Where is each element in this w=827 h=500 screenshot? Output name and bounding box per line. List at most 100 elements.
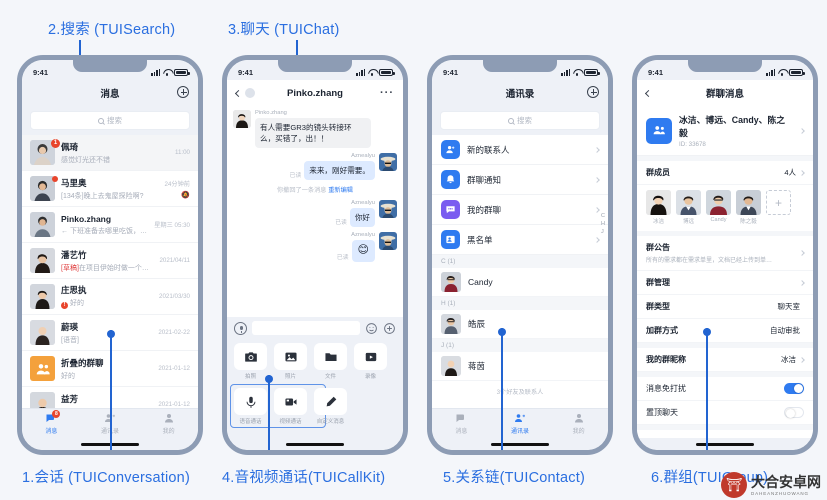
entry-label: 新的联系人 (467, 144, 510, 155)
navbar-contacts: 通讯录 (432, 80, 608, 106)
add-attachment-icon[interactable] (383, 322, 396, 335)
home-indicator (227, 438, 403, 450)
message-input[interactable] (252, 321, 360, 335)
attach-label: 拍照 (244, 374, 256, 380)
group-header[interactable]: 冰洁、博远、Candy、陈之毅 ID: 33678 (637, 106, 813, 156)
member-item[interactable]: 陈之毅 (736, 190, 761, 225)
attach-label: 自定义消息 (316, 419, 345, 425)
more-button[interactable]: ··· (380, 88, 394, 99)
tab-profile[interactable]: 我的 (549, 409, 608, 438)
member-item[interactable]: Candy (706, 190, 731, 225)
join-method-row[interactable]: 加群方式 自动审批 (637, 319, 813, 343)
attach-label: 照片 (284, 374, 296, 380)
pin-chat-row[interactable]: 置顶聊天 (637, 401, 813, 425)
member-item[interactable]: 博远 (676, 190, 701, 225)
entry-new-contact[interactable]: 新的联系人 (432, 135, 608, 165)
avatar-image (30, 212, 55, 237)
tab-messages[interactable]: 消息 (432, 409, 491, 438)
emoji-icon[interactable] (365, 322, 378, 335)
group-id: ID: 33678 (679, 141, 706, 148)
my-group-nickname-row[interactable]: 我的群昵称 冰洁 (637, 348, 813, 372)
list-item[interactable]: 潘艺竹 [草稿]在项目伊始时做一个用户研究的作... 2021/04/11 (22, 243, 198, 279)
status-time: 9:41 (443, 67, 459, 77)
row-label: 群管理 (646, 278, 670, 287)
list-item[interactable]: 马里奥 [134条]晚上去鬼屋探险啊? 24分钟前 🔕 (22, 171, 198, 207)
attach-camera[interactable]: 拍照 (234, 343, 267, 380)
avatar-image (676, 190, 701, 215)
wifi-icon (573, 69, 582, 76)
tab-messages[interactable]: 8 消息 (22, 409, 81, 438)
search-input[interactable]: 搜索 (30, 111, 190, 130)
attachment-panel[interactable]: 拍照 照片 文件 录像 语音通话 视频通话 自定义消息 (227, 339, 403, 438)
navbar-group-info: 群聊消息 (637, 80, 813, 106)
reedit-link[interactable]: 重新编辑 (328, 187, 353, 194)
list-item[interactable]: 佩琦 感觉灯光还不错 11:00 1 (22, 135, 198, 171)
blocklist-icon (441, 230, 460, 249)
chat-input-bar[interactable] (227, 317, 403, 339)
search-input[interactable]: 搜索 (440, 111, 600, 130)
battery-icon (789, 68, 805, 76)
avatar (441, 272, 461, 292)
member-avatars[interactable]: 冰洁 博远 Candy 陈之毅 + (637, 185, 813, 231)
tab-contacts[interactable]: 通讯录 (491, 409, 550, 438)
chevron-right-icon (594, 236, 600, 243)
clear-history-button[interactable]: 清除聊天记录 (637, 430, 813, 438)
screen-chat: 9:41 Pinko.zhang ··· Pinko.zhang 有人需要GR3… (227, 60, 403, 450)
back-button[interactable] (644, 88, 653, 99)
member-item[interactable]: 冰洁 (646, 190, 671, 225)
entry-blocklist[interactable]: 黑名单 (432, 225, 608, 255)
read-receipt: 已读 (335, 220, 347, 226)
preview-text: 在项目伊始时做一个用户研究的作... (78, 264, 154, 272)
avatar-image (736, 190, 761, 215)
entry-label: 黑名单 (467, 234, 493, 245)
back-button[interactable] (234, 88, 255, 98)
add-button[interactable] (177, 85, 189, 101)
home-indicator (432, 438, 608, 450)
entry-my-groups[interactable]: 我的群聊 (432, 195, 608, 225)
do-not-disturb-toggle[interactable] (784, 383, 804, 394)
avatar (30, 212, 55, 237)
member-name: Candy (710, 217, 727, 223)
add-contact-button[interactable] (587, 85, 599, 101)
entry-group-notice[interactable]: 群聊通知 (432, 165, 608, 195)
tab-bar[interactable]: 消息 通讯录 我的 (432, 408, 608, 438)
entry-label: 群聊通知 (467, 174, 502, 185)
attach-custom-message[interactable]: 自定义消息 (314, 388, 347, 425)
contacts-list[interactable]: C H J 新的联系人 群聊通知 我的群聊 黑名单 C (1) Candy H … (432, 135, 608, 408)
search-region: 搜索 (432, 106, 608, 135)
do-not-disturb-row[interactable]: 消息免打扰 (637, 377, 813, 401)
attach-file[interactable]: 文件 (314, 343, 347, 380)
navbar-conversation: 消息 (22, 80, 198, 106)
list-item[interactable]: Pinko.zhang ← 下班准备去哪里吃饭，约起? 星期三 05:30 (22, 207, 198, 243)
tab-label: 消息 (455, 428, 468, 435)
attach-voice-call[interactable]: 语音通话 (234, 388, 267, 425)
attach-photo[interactable]: 照片 (274, 343, 307, 380)
member-header-row[interactable]: 群成员 4人 (637, 161, 813, 185)
alpha-index[interactable]: C H J (601, 213, 605, 235)
add-member[interactable]: + (766, 190, 791, 225)
contact-row[interactable]: 皓辰 (432, 310, 608, 339)
attach-video-record[interactable]: 录像 (354, 343, 387, 380)
notch (278, 60, 352, 72)
member-header-label: 群成员 (646, 168, 670, 177)
contact-row[interactable]: 蒋茵 (432, 352, 608, 381)
list-item[interactable]: 庄思执 ! 好的 2021/03/30 (22, 279, 198, 315)
index-letter[interactable]: H (601, 221, 605, 227)
voice-input-icon[interactable] (234, 321, 247, 335)
attach-video-call[interactable]: 视频通话 (274, 388, 307, 425)
contact-row[interactable]: Candy (432, 268, 608, 297)
tab-profile[interactable]: 我的 (139, 409, 198, 438)
index-letter[interactable]: J (601, 229, 605, 235)
pin-chat-toggle[interactable] (784, 407, 804, 418)
group-type-row[interactable]: 群类型 聊天室 (637, 295, 813, 319)
preview-text: 好的 (70, 300, 84, 307)
contacts-icon (514, 412, 526, 424)
group-info-body[interactable]: 冰洁、博远、Candy、陈之毅 ID: 33678 群成员 4人 冰洁 博远 C… (637, 106, 813, 438)
index-letter[interactable]: C (601, 213, 605, 219)
group-notice-row[interactable]: 群公告 所有的需求都在需求单里，文档已经上传到单子... (637, 236, 813, 271)
video-call-icon (274, 388, 307, 415)
row-label: 我的群昵称 (646, 355, 686, 364)
group-management-row[interactable]: 群管理 (637, 271, 813, 295)
message-list[interactable]: Pinko.zhang 有人需要GR3的镜头转接环么，买错了，出！！ Aznea… (227, 106, 403, 317)
search-region: 搜索 (22, 106, 198, 135)
